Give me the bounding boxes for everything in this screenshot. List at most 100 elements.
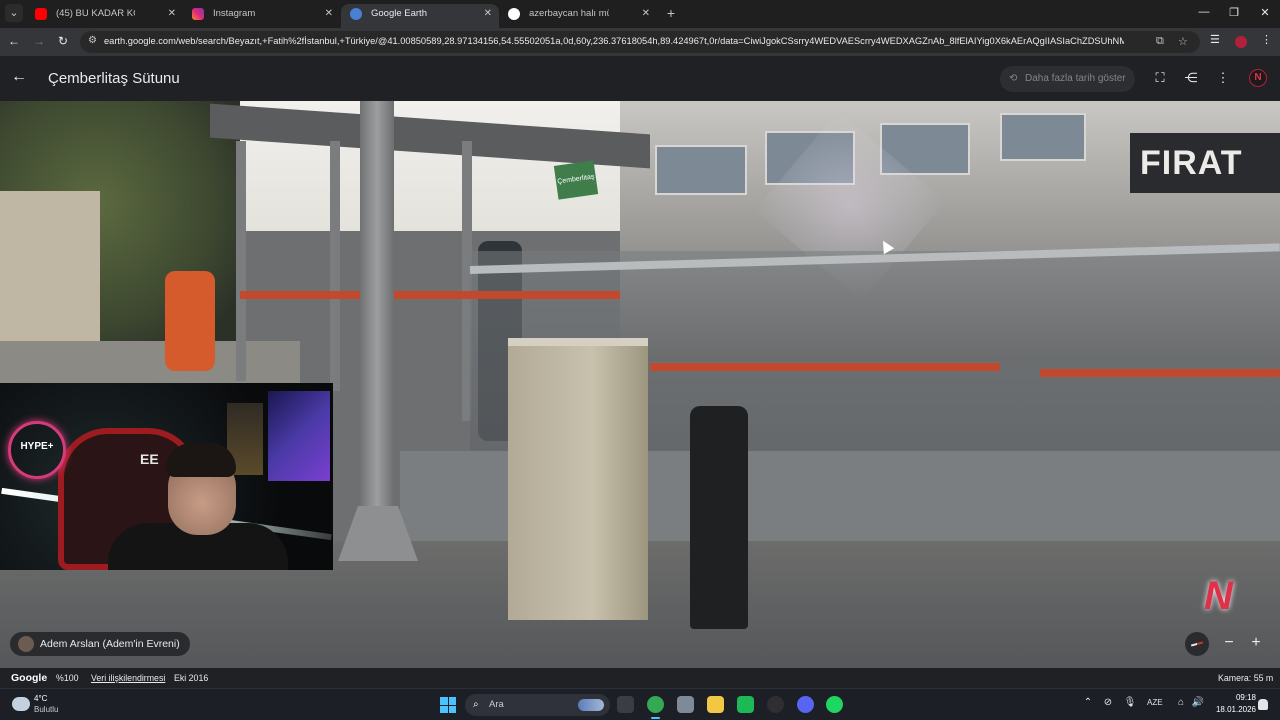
open-in-app-icon[interactable]: ⧉	[1156, 35, 1164, 48]
earth-header: ← Çemberlitaş Sütunu ⟲ Daha fazla tarih …	[0, 56, 1280, 101]
camera-altitude: Kamera: 55 m	[1218, 673, 1274, 683]
page-title: Çemberlitaş Sütunu	[48, 70, 180, 87]
search-highlight-icon	[578, 699, 604, 711]
network-icon[interactable]: ⌂	[1174, 697, 1188, 708]
compass-button[interactable]	[1185, 632, 1209, 656]
browser-toolbar: ← → ↻ ⚙ earth.google.com/web/search/Beya…	[0, 28, 1280, 56]
author-avatar	[18, 636, 34, 652]
tab-youtube[interactable]: (45) BU KADAR KORKUTMA BEN ✕	[26, 4, 183, 28]
address-bar[interactable]: ⚙ earth.google.com/web/search/Beyazıt,+F…	[80, 31, 1200, 53]
orange-stripe	[650, 363, 1000, 371]
profile-avatar[interactable]	[1235, 36, 1247, 48]
zoom-level: %100	[56, 673, 79, 683]
compass-icon	[1190, 641, 1204, 647]
instagram-icon	[192, 8, 204, 20]
person-orange-vest	[165, 271, 215, 371]
hype-badge: HYPE+	[20, 441, 54, 452]
browser-menu-icon[interactable]: ⋮	[1261, 33, 1272, 46]
close-tab-icon[interactable]: ✕	[325, 4, 333, 24]
shelter-column	[330, 141, 340, 391]
minimize-icon[interactable]: —	[1197, 6, 1211, 18]
google-logo: Google	[11, 672, 48, 684]
show-more-dates-button[interactable]: ⟲ Daha fazla tarih göster	[1000, 66, 1135, 92]
forward-icon[interactable]: →	[31, 34, 47, 48]
screenshot-icon[interactable]: ⛶	[1152, 70, 1168, 86]
orange-stripe	[1040, 369, 1280, 377]
photo-author-chip[interactable]: Adem Arslan (Adem'in Evreni)	[10, 632, 190, 656]
search-placeholder: Ara	[489, 699, 504, 710]
imagery-date: Eki 2016	[174, 673, 209, 683]
history-icon: ⟲	[1009, 73, 1018, 84]
volume-icon[interactable]: 🔊	[1191, 697, 1205, 708]
tab-search-menu-icon[interactable]: ⌄	[5, 4, 23, 22]
zoom-out-button[interactable]: −	[1217, 632, 1241, 656]
notification-bell-icon[interactable]	[1258, 699, 1268, 710]
trash-bin	[690, 406, 748, 629]
meet-now-icon[interactable]: ⊘	[1101, 697, 1115, 708]
search-icon: ⌕	[473, 699, 479, 710]
close-window-icon[interactable]: ✕	[1258, 6, 1272, 19]
building-window	[1000, 113, 1086, 161]
streamer-hair	[166, 443, 236, 477]
account-avatar[interactable]: N	[1249, 69, 1267, 87]
discord-icon[interactable]	[797, 696, 814, 713]
tab-title: (45) BU KADAR KORKUTMA BEN	[56, 8, 135, 19]
youtube-icon	[35, 8, 47, 20]
orange-stripe	[240, 291, 620, 299]
bookmark-star-icon[interactable]: ☆	[1178, 35, 1188, 48]
channel-logo: N	[1204, 574, 1233, 618]
left-building	[0, 191, 100, 361]
tab-title: azerbaycan halı müzesi - Google	[529, 8, 609, 19]
close-tab-icon[interactable]: ✕	[484, 4, 492, 24]
tab-google-search[interactable]: azerbaycan halı müzesi - Google ✕	[499, 4, 657, 28]
settings-icon[interactable]	[677, 696, 694, 713]
reading-list-icon[interactable]: ☰	[1210, 33, 1220, 46]
obs-icon[interactable]	[767, 696, 784, 713]
tram-stop-sign: Çemberlitaş	[553, 160, 599, 200]
file-explorer-icon[interactable]	[707, 696, 724, 713]
building-window	[655, 145, 747, 195]
browser-tab-strip: ⌄ (45) BU KADAR KORKUTMA BEN ✕ Instagram…	[0, 0, 1280, 28]
green-app-icon[interactable]	[737, 696, 754, 713]
microphone-icon[interactable]: 🎙	[1123, 697, 1137, 708]
clock-date[interactable]: 18.01.2026	[1210, 705, 1256, 714]
tab-title: Instagram	[213, 8, 256, 19]
weather-temperature: 4°C	[34, 694, 48, 703]
chrome-icon[interactable]	[647, 696, 664, 719]
new-tab-button[interactable]: +	[664, 5, 678, 23]
restore-icon[interactable]: ❐	[1227, 6, 1241, 19]
shelter-column	[236, 141, 246, 381]
more-options-icon[interactable]: ⋮	[1215, 70, 1231, 86]
webcam-overlay: EE HYPE+	[0, 383, 333, 570]
data-attribution-link[interactable]: Veri ilişkilendirmesi	[91, 668, 165, 688]
start-button-icon[interactable]	[440, 697, 456, 713]
cloud-icon	[12, 697, 30, 711]
taskbar-search[interactable]: ⌕ Ara	[465, 694, 610, 716]
utility-cabinet	[508, 338, 648, 620]
tab-google-earth[interactable]: Google Earth ✕	[341, 4, 499, 28]
tab-title: Google Earth	[371, 8, 427, 19]
back-arrow-icon[interactable]: ←	[10, 68, 28, 86]
chair-label: EE	[140, 451, 159, 467]
file-manager-icon[interactable]	[617, 696, 634, 713]
close-tab-icon[interactable]: ✕	[642, 4, 650, 24]
clock-time[interactable]: 09:18	[1216, 693, 1256, 702]
store-sign: FIRAT	[1130, 133, 1280, 193]
close-tab-icon[interactable]: ✕	[168, 4, 176, 24]
earth-status-bar: Google %100 Veri ilişkilendirmesi Eki 20…	[0, 668, 1280, 688]
wall-poster	[268, 391, 330, 481]
input-language[interactable]: AZE	[1147, 698, 1163, 707]
share-icon[interactable]: ⋲	[1183, 70, 1199, 86]
street-view-panorama[interactable]: FIRAT Çemberlitaş N EE HYPE+	[0, 101, 1280, 668]
zoom-in-button[interactable]: +	[1244, 632, 1268, 656]
show-more-dates-label: Daha fazla tarih göster	[1025, 73, 1126, 84]
reload-icon[interactable]: ↻	[55, 34, 71, 48]
url-text[interactable]: earth.google.com/web/search/Beyazıt,+Fat…	[104, 36, 1124, 46]
google-icon	[508, 8, 520, 20]
pole	[360, 101, 394, 541]
show-hidden-icons-icon[interactable]: ⌃	[1081, 697, 1095, 708]
back-icon[interactable]: ←	[6, 34, 22, 48]
site-info-icon[interactable]: ⚙	[88, 35, 97, 46]
tab-instagram[interactable]: Instagram ✕	[183, 4, 340, 28]
spotify-icon[interactable]	[826, 696, 843, 713]
